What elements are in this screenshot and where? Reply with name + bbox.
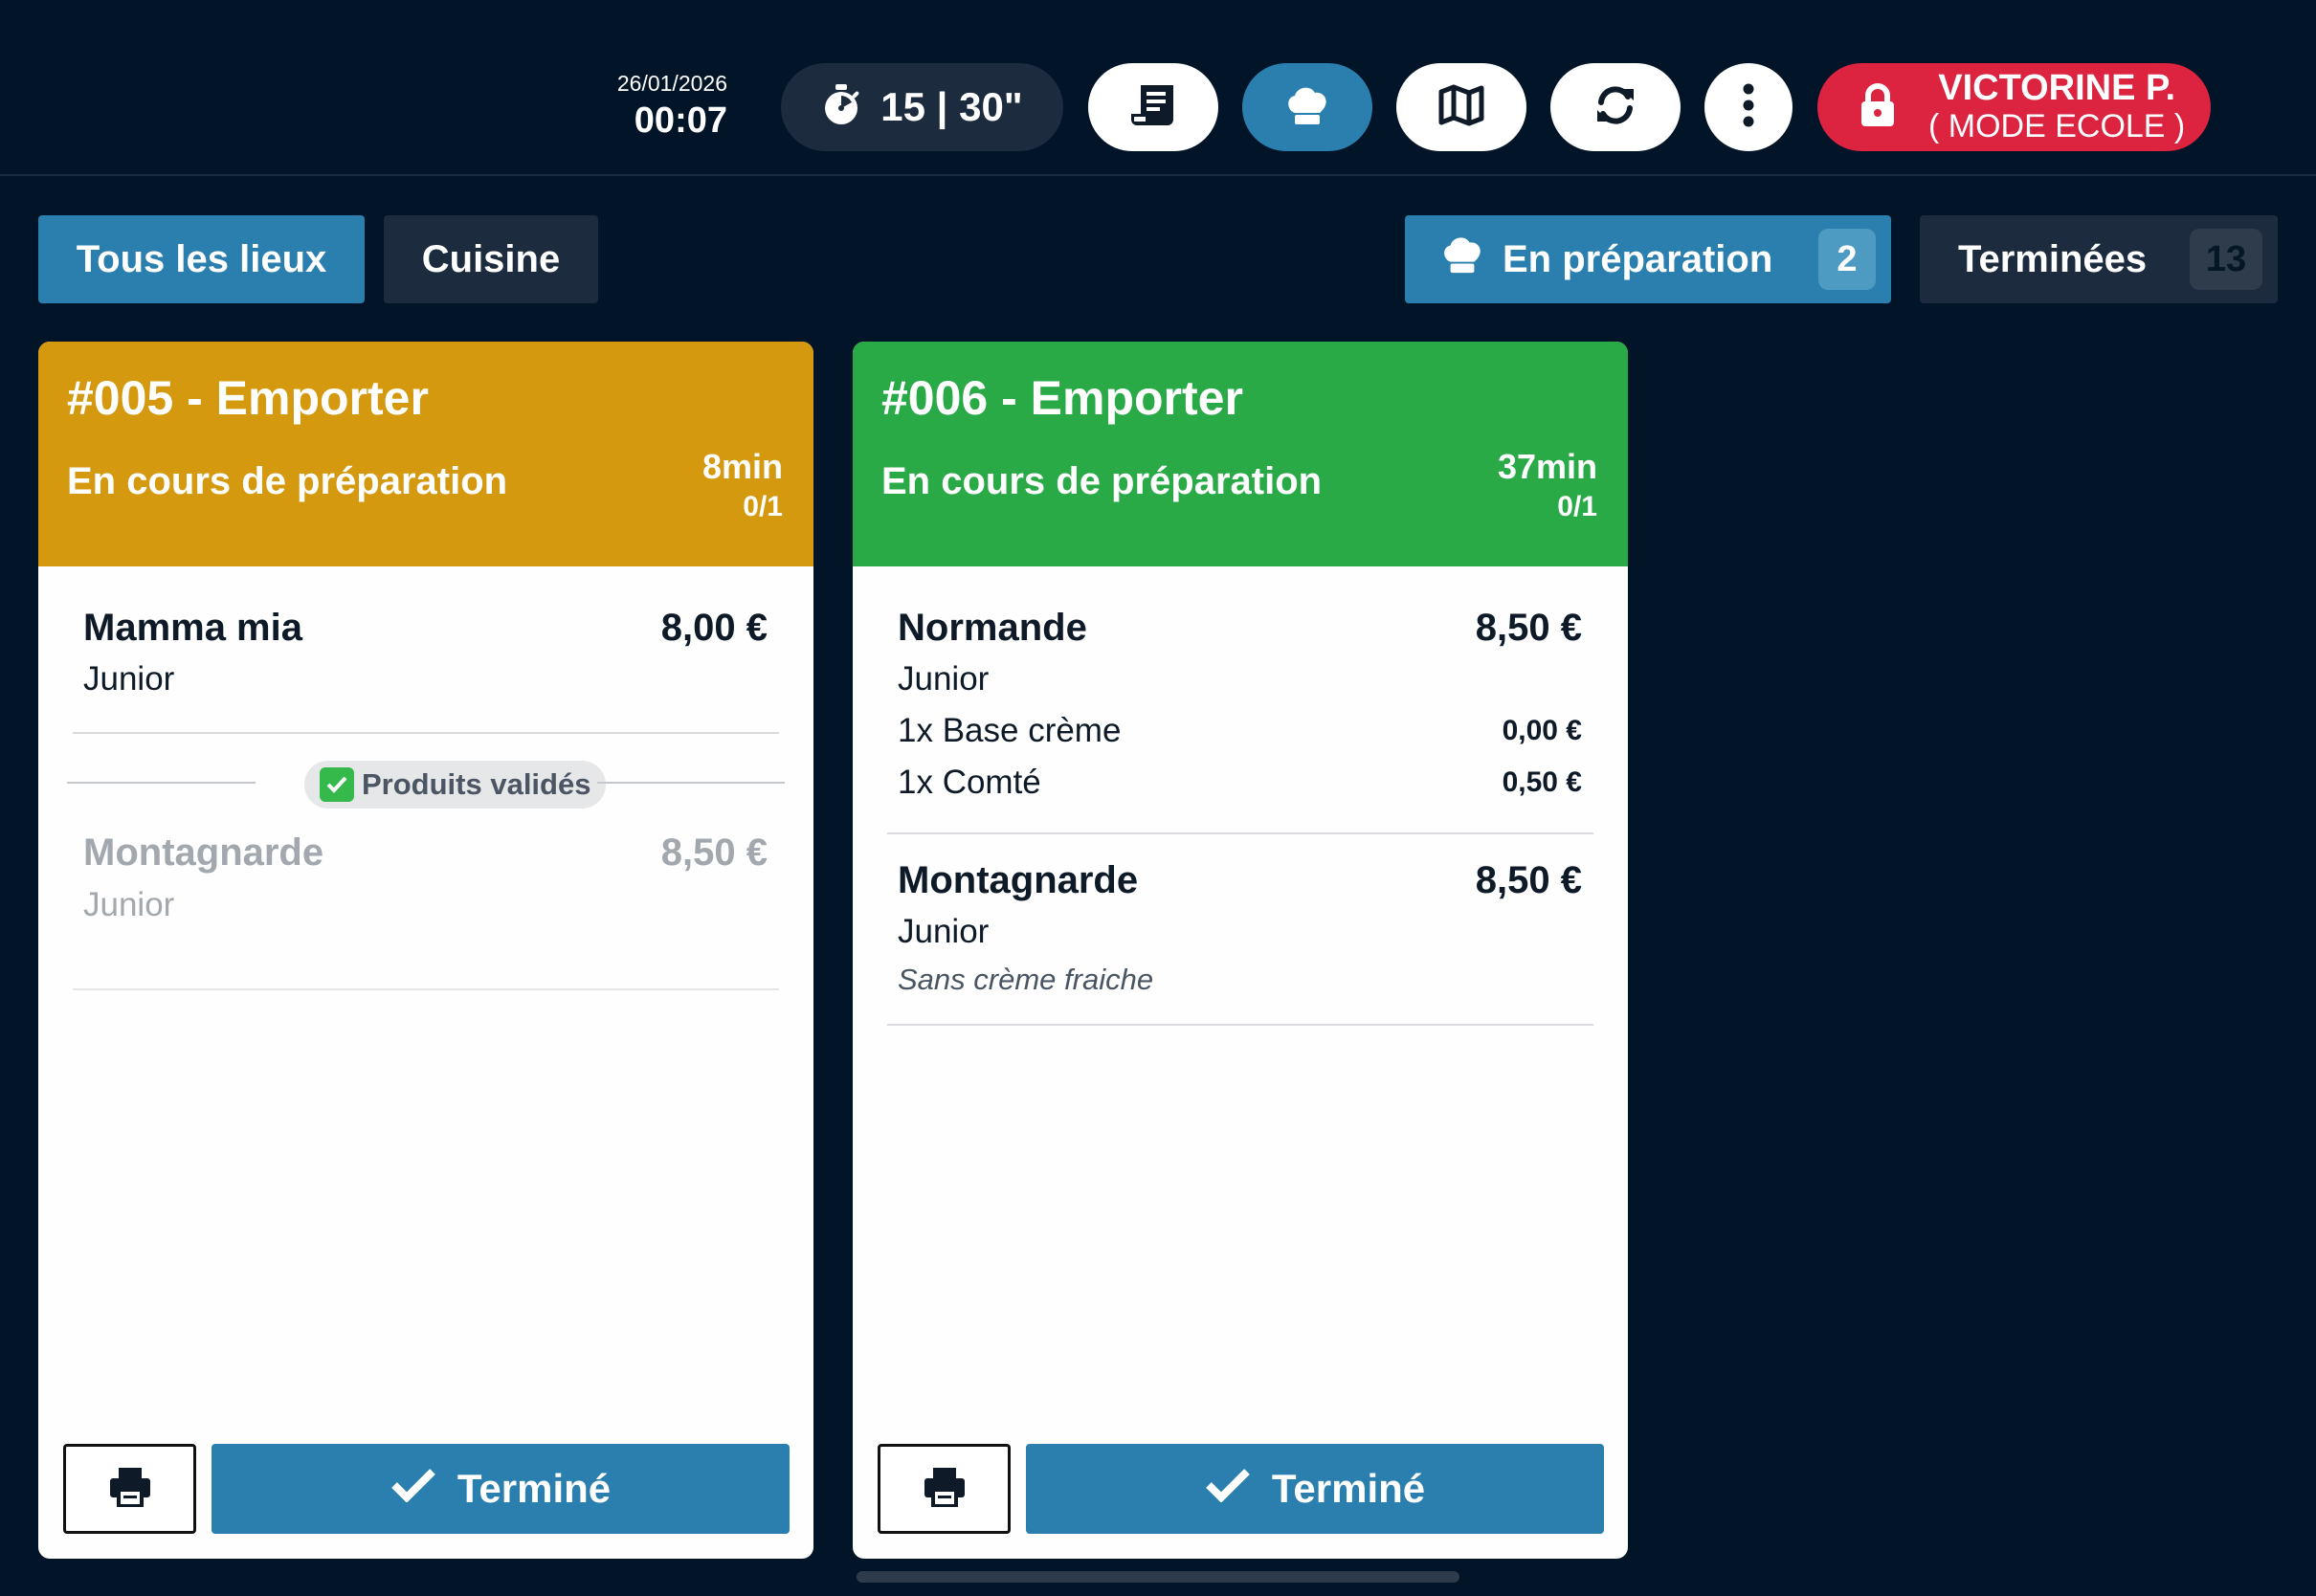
user-info: VICTORINE P. ( MODE ECOLE ) xyxy=(1928,69,2185,144)
print-button[interactable] xyxy=(63,1444,196,1534)
order-elapsed: 8min xyxy=(701,447,783,486)
order-header: #006 - Emporter En cours de préparation … xyxy=(853,342,1628,566)
item-size: Junior xyxy=(83,886,175,923)
divider xyxy=(597,782,785,784)
order-item[interactable]: Montagnarde 8,50 € Junior Sans crème fra… xyxy=(887,834,1593,1026)
item-name: Montagnarde xyxy=(83,831,324,874)
tab-in-preparation-label: En préparation xyxy=(1503,237,1773,280)
item-note: Sans crème fraiche xyxy=(898,963,1154,996)
item-price: 8,50 € xyxy=(1475,607,1582,649)
printer-icon xyxy=(923,1467,967,1512)
clock: 26/01/2026 00:07 xyxy=(574,71,727,142)
validated-label: Produits validés xyxy=(362,767,591,801)
divider xyxy=(67,782,256,784)
order-status: En cours de préparation xyxy=(881,460,1323,502)
current-date: 26/01/2026 xyxy=(616,71,727,96)
order-actions: Terminé xyxy=(63,1444,790,1534)
item-size: Junior xyxy=(83,660,175,698)
timer-display[interactable]: 15 | 30" xyxy=(781,63,1063,151)
item-option: 1x Base crème xyxy=(898,712,1122,749)
tab-completed-label: Terminées xyxy=(1958,237,2148,280)
user-lock-button[interactable]: VICTORINE P. ( MODE ECOLE ) xyxy=(1817,63,2211,151)
item-price: 8,00 € xyxy=(660,607,768,649)
order-item[interactable]: Mamma mia 8,00 € Junior xyxy=(73,566,779,734)
item-option-price: 0,50 € xyxy=(1502,766,1582,798)
validated-separator: Produits validés xyxy=(67,753,785,810)
validated-badge: Produits validés xyxy=(304,761,607,809)
item-size: Junior xyxy=(898,913,990,950)
item-size: Junior xyxy=(898,660,990,698)
item-name: Montagnarde xyxy=(898,859,1139,901)
user-mode: ( MODE ECOLE ) xyxy=(1928,108,2186,145)
item-name: Normande xyxy=(898,607,1087,649)
order-title: #005 - Emporter xyxy=(67,371,429,425)
check-icon xyxy=(390,1466,436,1512)
item-option-price: 0,00 € xyxy=(1502,715,1582,746)
map-icon xyxy=(1438,84,1484,131)
tab-completed[interactable]: Terminées 13 xyxy=(1920,215,2278,303)
tab-in-preparation[interactable]: En préparation 2 xyxy=(1405,215,1891,303)
filter-all-places[interactable]: Tous les lieux xyxy=(38,215,365,303)
order-header: #005 - Emporter En cours de préparation … xyxy=(38,342,813,566)
order-elapsed: 37min xyxy=(1497,447,1597,486)
order-status: En cours de préparation xyxy=(67,460,508,502)
complete-order-button[interactable]: Terminé xyxy=(212,1444,790,1534)
order-timing: 37min 0/1 xyxy=(1498,447,1597,523)
item-name: Mamma mia xyxy=(83,607,302,649)
order-card-006[interactable]: #006 - Emporter En cours de préparation … xyxy=(853,342,1628,1559)
refresh-button[interactable] xyxy=(1550,63,1681,151)
item-option: 1x Comté xyxy=(898,764,1041,801)
order-progress: 0/1 xyxy=(743,491,783,522)
stopwatch-icon xyxy=(821,83,861,132)
receipt-icon xyxy=(1129,83,1177,132)
chef-hat-icon xyxy=(1441,234,1483,284)
more-options-button[interactable] xyxy=(1704,63,1793,151)
complete-order-button[interactable]: Terminé xyxy=(1026,1444,1604,1534)
complete-order-label: Terminé xyxy=(457,1466,612,1511)
more-vertical-icon xyxy=(1742,83,1755,132)
lock-icon xyxy=(1859,82,1896,132)
order-title: #006 - Emporter xyxy=(881,371,1243,425)
item-price: 8,50 € xyxy=(660,831,768,874)
check-icon xyxy=(1205,1466,1251,1512)
validated-item[interactable]: Montagnarde 8,50 € Junior xyxy=(73,810,779,990)
tickets-button[interactable] xyxy=(1088,63,1218,151)
complete-order-label: Terminé xyxy=(1271,1466,1426,1511)
in-preparation-count: 2 xyxy=(1818,229,1876,290)
sync-icon xyxy=(1593,83,1637,132)
filter-kitchen[interactable]: Cuisine xyxy=(384,215,598,303)
print-button[interactable] xyxy=(878,1444,1011,1534)
order-actions: Terminé xyxy=(878,1444,1604,1534)
item-price: 8,50 € xyxy=(1475,859,1582,901)
current-time: 00:07 xyxy=(634,100,727,141)
order-progress: 0/1 xyxy=(1557,491,1597,522)
order-card-005[interactable]: #005 - Emporter En cours de préparation … xyxy=(38,342,813,1559)
timer-value: 15 | 30" xyxy=(880,84,1023,129)
order-item[interactable]: Normande 8,50 € Junior 1x Base crème 0,0… xyxy=(887,566,1593,834)
kitchen-view-button[interactable] xyxy=(1242,63,1372,151)
order-timing: 8min 0/1 xyxy=(702,447,783,523)
printer-icon xyxy=(108,1467,152,1512)
map-button[interactable] xyxy=(1396,63,1526,151)
check-icon xyxy=(320,767,354,802)
top-bar: 26/01/2026 00:07 15 | 30" VICTORINE P. (… xyxy=(0,0,2316,176)
chef-hat-icon xyxy=(1285,84,1329,131)
completed-count: 13 xyxy=(2190,229,2262,290)
horizontal-scrollbar[interactable] xyxy=(857,1571,1459,1583)
user-name: VICTORINE P. xyxy=(1938,68,2176,109)
